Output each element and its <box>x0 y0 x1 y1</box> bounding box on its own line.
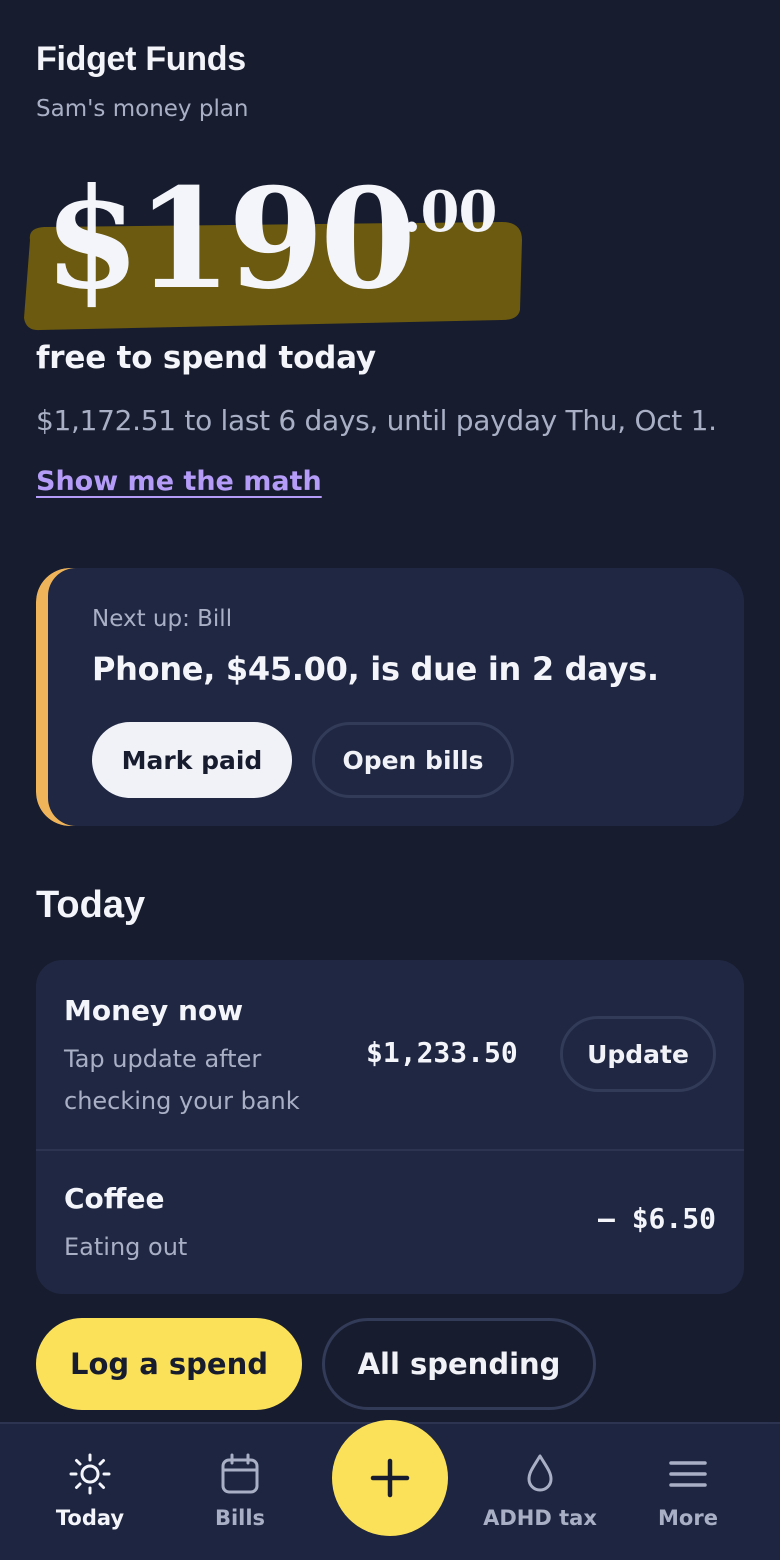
coffee-category: Eating out <box>64 1233 188 1261</box>
money-now-subtitle-2: checking your bank <box>64 1087 300 1115</box>
nav-item-adhd-tax[interactable]: ADHD tax <box>480 1424 600 1560</box>
amount-cents: .00 <box>402 179 497 245</box>
open-bills-button[interactable]: Open bills <box>312 722 514 798</box>
nav-label-more: More <box>658 1506 718 1530</box>
app-screen: Fidget Funds Sam's money plan $190 .00 f… <box>0 0 780 1560</box>
amount-dollars: $190 <box>44 157 416 320</box>
next-up-label: Next up: Bill <box>92 606 233 632</box>
add-button[interactable] <box>332 1420 448 1536</box>
calendar-icon <box>221 1453 259 1494</box>
free-to-spend-caption: free to spend today <box>36 340 376 376</box>
nav-item-today[interactable]: Today <box>30 1424 150 1560</box>
menu-icon <box>669 1461 707 1487</box>
app-title: Fidget Funds <box>36 40 246 78</box>
coffee-amount: – $6.50 <box>597 1202 716 1235</box>
free-to-spend-amount: $190 .00 <box>22 170 542 340</box>
row-divider <box>36 1149 744 1151</box>
payday-detail: $1,172.51 to last 6 days, until payday T… <box>36 404 717 437</box>
all-spending-button[interactable]: All spending <box>322 1318 596 1410</box>
update-button[interactable]: Update <box>560 1016 716 1092</box>
next-up-text: Phone, $45.00, is due in 2 days. <box>92 650 659 688</box>
next-up-card: Next up: Bill Phone, $45.00, is due in 2… <box>36 568 744 826</box>
nav-label-bills: Bills <box>214 1506 266 1530</box>
nav-label-today: Today <box>55 1506 125 1530</box>
droplet-icon <box>527 1454 553 1492</box>
sun-icon <box>69 1453 111 1495</box>
money-now-title: Money now <box>64 994 244 1027</box>
show-math-link[interactable]: Show me the math <box>36 466 322 497</box>
mark-paid-button[interactable]: Mark paid <box>92 722 292 798</box>
plus-icon <box>370 1458 410 1498</box>
today-section-title: Today <box>36 884 146 926</box>
nav-item-more[interactable]: More <box>628 1424 748 1560</box>
coffee-title: Coffee <box>64 1182 165 1215</box>
log-spend-button[interactable]: Log a spend <box>36 1318 302 1410</box>
nav-label-adhd-tax: ADHD tax <box>483 1506 597 1530</box>
next-up-card-body: Next up: Bill Phone, $45.00, is due in 2… <box>48 568 744 826</box>
money-now-amount: $1,233.50 <box>366 1036 518 1069</box>
app-subtitle: Sam's money plan <box>36 96 249 122</box>
today-card: Money now Tap update after checking your… <box>36 960 744 1294</box>
money-now-subtitle-1: Tap update after <box>64 1045 262 1073</box>
nav-item-bills[interactable]: Bills <box>180 1424 300 1560</box>
